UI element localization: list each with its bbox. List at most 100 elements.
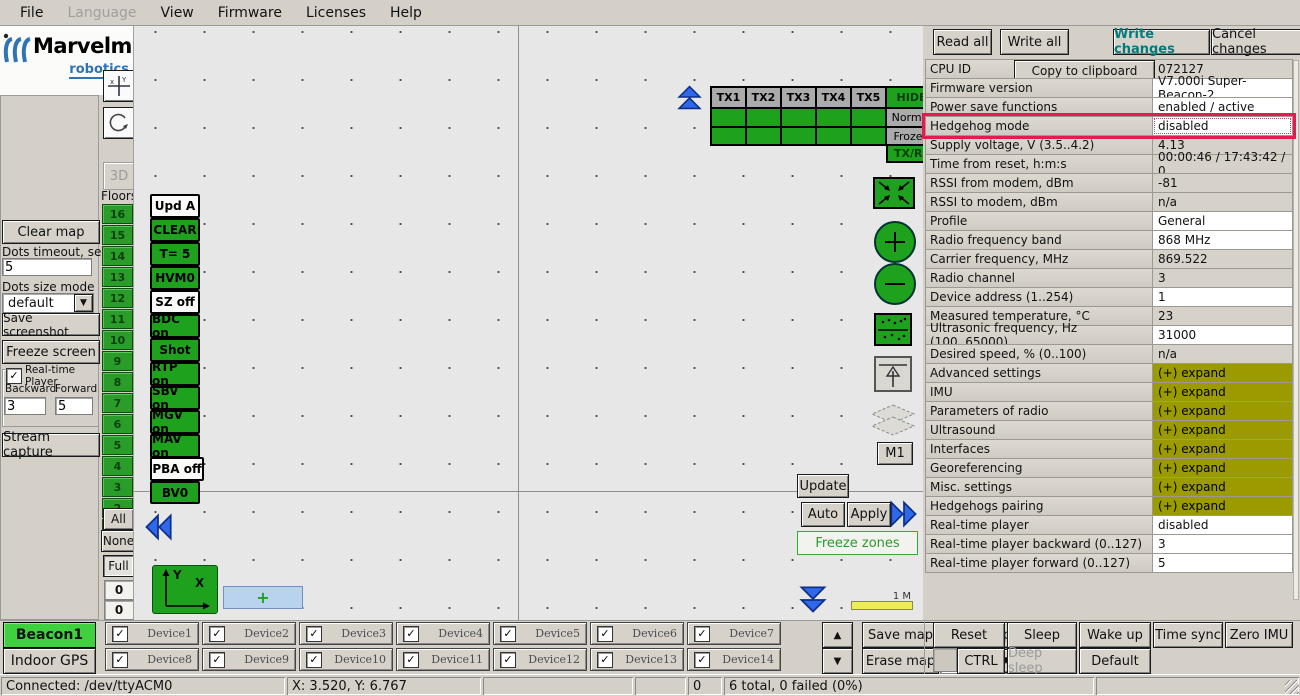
table-row[interactable]: RSSI to modem, dBmn/a bbox=[925, 192, 1293, 212]
expand-cell[interactable]: (+) expand bbox=[1152, 439, 1293, 459]
table-row-expand[interactable]: Ultrasound(+) expand bbox=[925, 420, 1293, 440]
zero-imu-button[interactable]: Zero IMU bbox=[1225, 622, 1293, 648]
devices-scroll-up-icon[interactable]: ▲ bbox=[822, 622, 853, 648]
table-row-expand[interactable]: Parameters of radio(+) expand bbox=[925, 401, 1293, 421]
tx-cell[interactable] bbox=[710, 126, 747, 146]
table-row-expand[interactable]: Misc. settings(+) expand bbox=[925, 477, 1293, 497]
tx-cell[interactable] bbox=[780, 126, 817, 146]
fit-view-icon[interactable] bbox=[873, 177, 915, 209]
indoor-gps-tab[interactable]: Indoor GPS bbox=[3, 648, 96, 674]
row-value[interactable]: disabled bbox=[1152, 116, 1293, 136]
map-button-t5[interactable]: T= 5 bbox=[150, 242, 200, 266]
tx-cell[interactable] bbox=[815, 126, 852, 146]
table-row[interactable]: Real-time playerdisabled bbox=[925, 515, 1293, 535]
floor-button[interactable]: 12 bbox=[102, 288, 133, 308]
checkbox-checked-icon[interactable]: ✓ bbox=[500, 626, 516, 642]
xy-axes-icon[interactable]: x Y bbox=[103, 70, 135, 102]
dots-view-icon[interactable] bbox=[874, 313, 912, 346]
dropdown-arrow-icon[interactable]: ▼ bbox=[74, 294, 93, 312]
backward-input[interactable] bbox=[4, 397, 46, 415]
table-row[interactable]: Ultrasonic frequency, Hz (100..65000)310… bbox=[925, 325, 1293, 345]
resize-grip[interactable] bbox=[1285, 680, 1299, 694]
devices-scroll-down-icon[interactable]: ▼ bbox=[822, 648, 853, 674]
floors-all-button[interactable]: All bbox=[103, 508, 134, 530]
table-row-expand[interactable]: Interfaces(+) expand bbox=[925, 439, 1293, 459]
tx-cell[interactable] bbox=[780, 107, 817, 128]
sleep-button[interactable]: Sleep bbox=[1007, 622, 1077, 648]
tx-cell[interactable] bbox=[745, 126, 782, 146]
checkbox-checked-icon[interactable]: ✓ bbox=[694, 652, 710, 668]
table-row[interactable]: Device address (1..254)1 bbox=[925, 287, 1293, 307]
floors-full-button[interactable]: Full bbox=[103, 555, 134, 577]
table-row[interactable]: RSSI from modem, dBm-81 bbox=[925, 173, 1293, 193]
double-chevron-left-icon[interactable] bbox=[143, 512, 173, 542]
pan-up-icon[interactable] bbox=[874, 356, 912, 392]
table-row[interactable]: Firmware versionV7.000i Super-Beacon-2 bbox=[925, 78, 1293, 98]
double-chevron-right-icon[interactable] bbox=[889, 500, 919, 528]
dots-timeout-input[interactable] bbox=[2, 258, 92, 276]
table-row[interactable]: Real-time player forward (0..127)5 bbox=[925, 553, 1293, 573]
map-button-mgv-on[interactable]: MGV on bbox=[150, 410, 200, 434]
device1-toggle[interactable]: ✓Device1 bbox=[105, 622, 199, 645]
expand-cell[interactable]: (+) expand bbox=[1152, 363, 1293, 383]
device6-toggle[interactable]: ✓Device6 bbox=[590, 622, 684, 645]
floor-button[interactable]: 15 bbox=[102, 225, 133, 245]
tx-cell[interactable] bbox=[745, 107, 782, 128]
table-row-hedgehog-mode-highlighted[interactable]: Hedgehog modedisabled bbox=[925, 116, 1293, 136]
menu-licenses[interactable]: Licenses bbox=[294, 2, 378, 24]
expand-cell[interactable]: (+) expand bbox=[1152, 420, 1293, 440]
double-chevron-down-icon[interactable] bbox=[798, 585, 828, 615]
expand-cell[interactable]: (+) expand bbox=[1152, 477, 1293, 497]
checkbox-checked-icon[interactable]: ✓ bbox=[500, 652, 516, 668]
zoom-out-icon[interactable] bbox=[874, 263, 916, 305]
device3-toggle[interactable]: ✓Device3 bbox=[299, 622, 393, 645]
checkbox-checked-icon[interactable]: ✓ bbox=[597, 626, 613, 642]
device4-toggle[interactable]: ✓Device4 bbox=[396, 622, 490, 645]
checkbox-checked-icon[interactable]: ✓ bbox=[209, 626, 225, 642]
table-row[interactable]: Radio channel3 bbox=[925, 268, 1293, 288]
checkbox-checked-icon[interactable]: ✓ bbox=[403, 652, 419, 668]
floor-button[interactable]: 8 bbox=[102, 372, 133, 392]
double-chevron-up-icon[interactable] bbox=[677, 84, 703, 111]
m1-button[interactable]: M1 bbox=[877, 442, 913, 465]
expand-cell[interactable]: (+) expand bbox=[1152, 382, 1293, 402]
floor-button[interactable]: 14 bbox=[102, 246, 133, 266]
tx-cell[interactable] bbox=[710, 107, 747, 128]
tx2-header[interactable]: TX2 bbox=[745, 86, 782, 109]
floors-none-button[interactable]: None bbox=[101, 530, 136, 552]
floor-button[interactable]: 5 bbox=[102, 435, 133, 455]
tx5-header[interactable]: TX5 bbox=[850, 86, 887, 109]
menu-view[interactable]: View bbox=[149, 2, 206, 24]
map-button-upd-a[interactable]: Upd A bbox=[150, 194, 200, 218]
map-button-bdc-on[interactable]: BDC on bbox=[150, 314, 200, 338]
device14-toggle[interactable]: ✓Device14 bbox=[687, 648, 781, 671]
reset-button[interactable]: Reset bbox=[933, 622, 1005, 648]
beacon1-tab[interactable]: Beacon1 bbox=[3, 622, 96, 648]
expand-cell[interactable]: (+) expand bbox=[1152, 496, 1293, 516]
floor-button[interactable]: 3 bbox=[102, 477, 133, 497]
checkbox-checked-icon[interactable]: ✓ bbox=[403, 626, 419, 642]
table-row[interactable]: ProfileGeneral bbox=[925, 211, 1293, 231]
device8-toggle[interactable]: ✓Device8 bbox=[105, 648, 199, 671]
save-screenshot-button[interactable]: Save screenshot bbox=[2, 313, 100, 336]
device11-toggle[interactable]: ✓Device11 bbox=[396, 648, 490, 671]
read-all-button[interactable]: Read all bbox=[933, 29, 992, 55]
tx1-header[interactable]: TX1 bbox=[710, 86, 747, 109]
table-row-expand[interactable]: Georeferencing(+) expand bbox=[925, 458, 1293, 478]
stream-capture-button[interactable]: Stream capture bbox=[2, 433, 100, 457]
device7-toggle[interactable]: ✓Device7 bbox=[687, 622, 781, 645]
map-button-pba-off[interactable]: PBA off bbox=[150, 457, 204, 481]
write-changes-button[interactable]: Write changes bbox=[1113, 29, 1210, 55]
checkbox-checked-icon[interactable]: ✓ bbox=[306, 626, 322, 642]
write-all-button[interactable]: Write all bbox=[1000, 29, 1069, 55]
forward-input[interactable] bbox=[55, 397, 93, 415]
map-button-hvm0[interactable]: HVM0 bbox=[150, 266, 200, 290]
floor-button[interactable]: 4 bbox=[102, 456, 133, 476]
map-button-sbv-on[interactable]: SBV on bbox=[150, 386, 200, 410]
realtime-player-checkbox[interactable]: ✓ bbox=[6, 368, 22, 384]
default-button[interactable]: Default bbox=[1079, 648, 1151, 674]
checkbox-checked-icon[interactable]: ✓ bbox=[597, 652, 613, 668]
tx3-header[interactable]: TX3 bbox=[780, 86, 817, 109]
table-row[interactable]: Desired speed, % (0..100)n/a bbox=[925, 344, 1293, 364]
table-row[interactable]: Real-time player backward (0..127)3 bbox=[925, 534, 1293, 554]
